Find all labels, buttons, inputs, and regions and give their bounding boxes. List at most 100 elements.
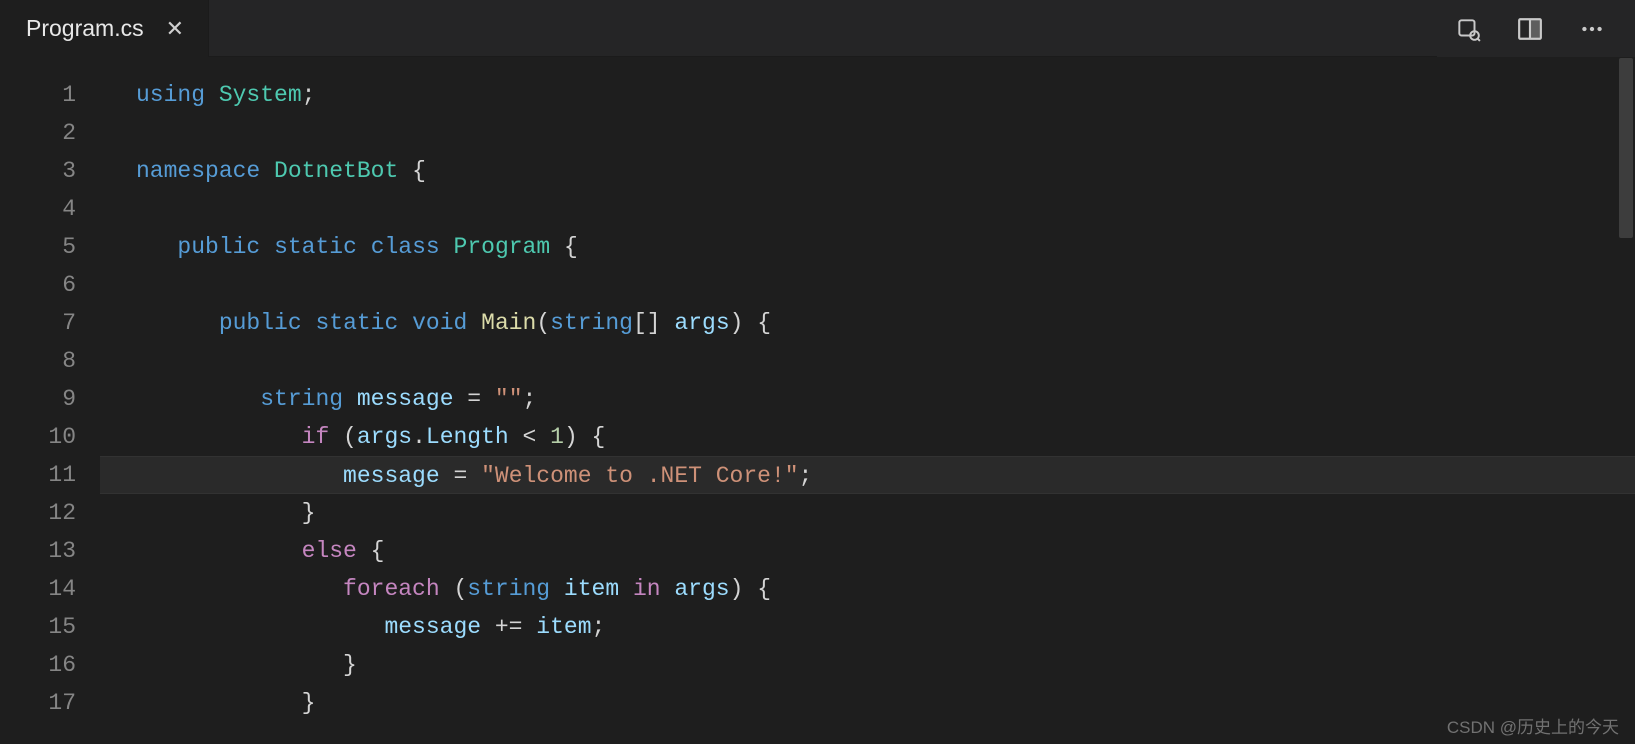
line-number-gutter: 1234567891011121314151617 (0, 58, 100, 744)
token-punct (302, 310, 316, 336)
line-number: 14 (0, 570, 76, 608)
tab-bar-empty (209, 0, 1437, 57)
token-keyword_blue: public (177, 234, 260, 260)
token-number: 1 (550, 424, 564, 450)
token-punct: ) { (564, 424, 605, 450)
token-punct: ; (592, 614, 606, 640)
token-keyword_blue: public (219, 310, 302, 336)
token-punct: { (398, 158, 426, 184)
tab-filename: Program.cs (26, 15, 144, 42)
line-number: 1 (0, 76, 76, 114)
code-line[interactable]: else { (100, 532, 1635, 570)
token-variable: message (343, 463, 440, 489)
code-line[interactable]: namespace DotnetBot { (100, 152, 1635, 190)
token-punct: ; (523, 386, 537, 412)
line-number: 4 (0, 190, 76, 228)
compare-changes-icon[interactable] (1455, 16, 1481, 42)
token-punct: ( (329, 424, 357, 450)
token-punct: [] (633, 310, 674, 336)
token-punct: } (343, 652, 357, 678)
code-line[interactable] (100, 342, 1635, 380)
line-number: 6 (0, 266, 76, 304)
code-line[interactable]: message = "Welcome to .NET Core!"; (100, 456, 1635, 494)
token-punct (440, 234, 454, 260)
line-number: 12 (0, 494, 76, 532)
token-string: "" (495, 386, 523, 412)
line-number: 15 (0, 608, 76, 646)
token-punct: ( (536, 310, 550, 336)
code-line[interactable] (100, 114, 1635, 152)
token-variable: item (536, 614, 591, 640)
token-punct: } (302, 500, 316, 526)
more-actions-icon[interactable] (1579, 16, 1605, 42)
token-punct: = (440, 463, 481, 489)
code-line[interactable]: public static void Main(string[] args) { (100, 304, 1635, 342)
code-line[interactable] (100, 266, 1635, 304)
token-keyword_blue: class (371, 234, 440, 260)
token-punct (260, 158, 274, 184)
token-keyword_blue: static (315, 310, 398, 336)
token-punct (260, 234, 274, 260)
tab-program-cs[interactable]: Program.cs ✕ (0, 0, 209, 57)
close-icon[interactable]: ✕ (166, 16, 184, 42)
line-number: 16 (0, 646, 76, 684)
token-keyword_purple: in (633, 576, 661, 602)
token-punct: ; (302, 82, 316, 108)
token-keyword_purple: if (302, 424, 330, 450)
split-editor-icon[interactable] (1517, 16, 1543, 42)
code-line[interactable]: } (100, 646, 1635, 684)
vertical-scrollbar[interactable] (1617, 58, 1635, 744)
code-area[interactable]: using System; namespace DotnetBot { publi… (100, 58, 1635, 744)
editor: 1234567891011121314151617 using System;n… (0, 58, 1635, 744)
token-keyword_blue: namespace (136, 158, 260, 184)
token-variable: Length (426, 424, 509, 450)
token-variable: item (564, 576, 619, 602)
token-string: "Welcome to .NET Core!" (481, 463, 798, 489)
line-number: 9 (0, 380, 76, 418)
line-number: 7 (0, 304, 76, 342)
token-keyword_purple: else (302, 538, 357, 564)
scrollbar-thumb[interactable] (1619, 58, 1633, 238)
token-method: Main (481, 310, 536, 336)
token-punct: . (412, 424, 426, 450)
token-punct (550, 576, 564, 602)
code-line[interactable]: } (100, 494, 1635, 532)
token-variable: message (357, 386, 454, 412)
token-variable: message (384, 614, 481, 640)
line-number: 2 (0, 114, 76, 152)
token-punct (398, 310, 412, 336)
token-variable: args (674, 310, 729, 336)
token-keyword_blue: string (467, 576, 550, 602)
code-line[interactable]: message += item; (100, 608, 1635, 646)
code-line[interactable]: if (args.Length < 1) { (100, 418, 1635, 456)
token-punct: } (302, 690, 316, 716)
token-variable: args (674, 576, 729, 602)
code-line[interactable]: } (100, 684, 1635, 722)
code-line[interactable]: string message = ""; (100, 380, 1635, 418)
token-punct: += (481, 614, 536, 640)
editor-actions (1437, 0, 1635, 57)
token-keyword_blue: string (260, 386, 343, 412)
code-line[interactable] (100, 190, 1635, 228)
code-line[interactable]: public static class Program { (100, 228, 1635, 266)
token-punct (661, 576, 675, 602)
line-number: 8 (0, 342, 76, 380)
token-punct (619, 576, 633, 602)
code-line[interactable]: foreach (string item in args) { (100, 570, 1635, 608)
code-line[interactable]: using System; (100, 76, 1635, 114)
line-number: 3 (0, 152, 76, 190)
token-punct: ) { (730, 576, 771, 602)
token-punct: < (509, 424, 550, 450)
tab-bar: Program.cs ✕ (0, 0, 1635, 58)
token-type: System (219, 82, 302, 108)
token-punct: { (357, 538, 385, 564)
token-punct: = (454, 386, 495, 412)
token-type: Program (454, 234, 551, 260)
line-number: 17 (0, 684, 76, 722)
token-punct (343, 386, 357, 412)
token-keyword_blue: void (412, 310, 467, 336)
line-number: 5 (0, 228, 76, 266)
token-keyword_blue: using (136, 82, 205, 108)
token-keyword_blue: string (550, 310, 633, 336)
token-punct: ) { (730, 310, 771, 336)
